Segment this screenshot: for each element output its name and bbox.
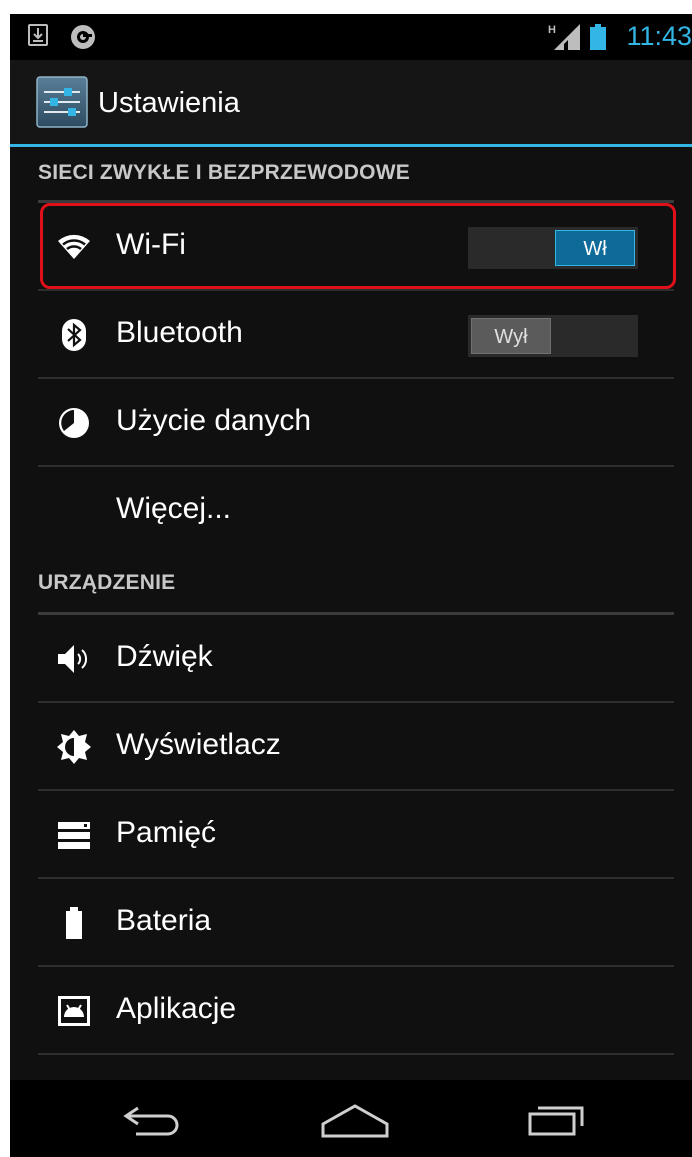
settings-item-battery[interactable]: Bateria <box>38 879 674 967</box>
home-icon[interactable] <box>320 1102 390 1140</box>
settings-item-label: Pamięć <box>116 816 217 849</box>
settings-item-sound[interactable]: Dźwięk <box>38 615 674 703</box>
settings-item-bluetooth[interactable]: Bluetooth Wył <box>38 291 674 379</box>
page-title: Ustawienia <box>98 87 240 119</box>
storage-icon <box>58 822 90 849</box>
svg-text:H: H <box>548 24 556 36</box>
bluetooth-icon <box>62 319 86 351</box>
battery-icon <box>66 907 82 939</box>
display-icon <box>57 730 91 764</box>
action-bar: Ustawienia <box>10 60 692 147</box>
settings-item-label: Bluetooth <box>116 316 243 349</box>
settings-item-more[interactable]: Więcej... <box>38 467 674 555</box>
wifi-highlight-box <box>40 203 676 289</box>
settings-item-apps[interactable]: Aplikacje <box>38 967 674 1055</box>
sound-icon <box>58 645 88 673</box>
settings-item-data-usage[interactable]: Użycie danych <box>38 379 674 467</box>
settings-item-storage[interactable]: Pamięć <box>38 791 674 879</box>
download-icon <box>28 24 48 46</box>
navigation-bar <box>10 1080 692 1157</box>
settings-item-label: Wyświetlacz <box>116 728 281 761</box>
settings-item-label: Użycie danych <box>116 404 312 437</box>
section-header-device: URZĄDZENIE <box>38 571 674 615</box>
settings-item-label: Dźwięk <box>116 640 213 673</box>
app-notification-icon <box>71 25 95 49</box>
data-usage-icon <box>59 408 89 438</box>
settings-item-label: Więcej... <box>116 492 232 525</box>
bluetooth-toggle[interactable]: Wył <box>468 315 638 357</box>
status-time: 11:43 <box>626 21 692 51</box>
section-header-wireless: SIECI ZWYKŁE I BEZPRZEWODOWE <box>38 161 674 203</box>
battery-icon <box>590 24 606 50</box>
settings-item-display[interactable]: Wyświetlacz <box>38 703 674 791</box>
settings-item-label: Bateria <box>116 904 212 937</box>
signal-icon: H <box>548 24 580 50</box>
recent-apps-icon[interactable] <box>526 1102 590 1138</box>
status-bar: H 11:43 <box>10 14 692 60</box>
apps-icon <box>58 996 90 1026</box>
phone-screen: H 11:43 Ustawienia SIECI ZWYKŁE I BEZPRZ… <box>10 14 692 1157</box>
settings-sliders-icon[interactable] <box>36 76 88 128</box>
toggle-knob: Wył <box>471 318 551 354</box>
back-icon[interactable] <box>122 1102 186 1138</box>
settings-item-label: Aplikacje <box>116 992 237 1025</box>
